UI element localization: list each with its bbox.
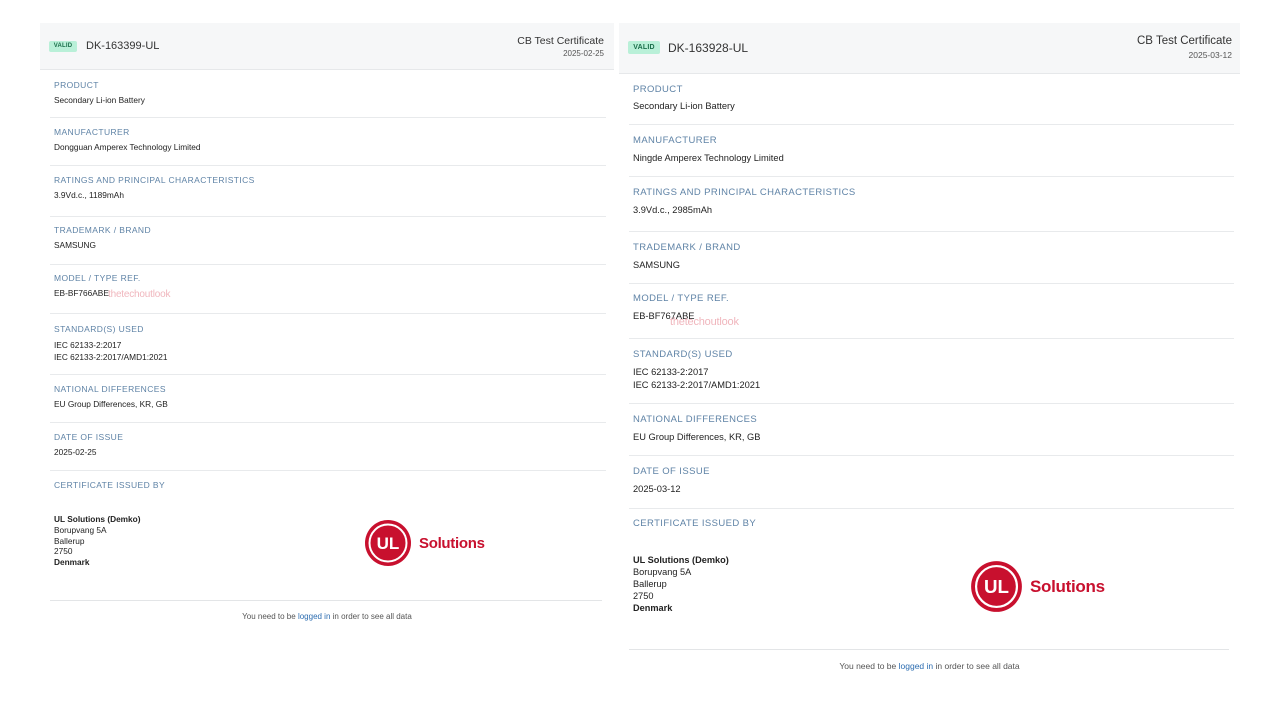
login-link[interactable]: logged in (899, 661, 934, 671)
ul-solutions-logo: UL Solutions (970, 560, 1105, 613)
issuer-street: Borupvang 5A (54, 524, 107, 535)
certificate-card-right: VALID DK-163928-UL CB Test Certificate 2… (619, 23, 1240, 683)
status-badge: VALID (628, 41, 660, 54)
field-label: DATE OF ISSUE (633, 466, 710, 477)
field-product: PRODUCT Secondary Li-ion Battery (629, 84, 1234, 125)
certificate-header-date: 2025-02-25 (563, 49, 604, 58)
ul-solutions-logo: UL Solutions (364, 519, 485, 567)
field-standards: STANDARD(S) USED IEC 62133-2:2017 IEC 62… (629, 349, 1234, 404)
certificate-type: CB Test Certificate (1136, 35, 1232, 47)
field-label: MODEL / TYPE REF. (633, 293, 730, 304)
login-link[interactable]: logged in (298, 612, 330, 621)
field-value: IEC 62133-2:2017/AMD1:2021 (54, 352, 168, 362)
certificate-id[interactable]: DK-163399-UL (86, 40, 159, 52)
field-label: TRADEMARK / BRAND (54, 225, 152, 235)
field-value: SAMSUNG (633, 260, 681, 270)
issuer-zip: 2750 (633, 590, 654, 601)
issuer-name: UL Solutions (Demko) (54, 514, 141, 524)
field-value: IEC 62133-2:2017 (54, 340, 122, 350)
field-manufacturer: MANUFACTURER Dongguan Amperex Technology… (50, 127, 606, 166)
field-manufacturer: MANUFACTURER Ningde Amperex Technology L… (629, 135, 1234, 177)
field-label: CERTIFICATE ISSUED BY (633, 518, 757, 529)
field-label: RATINGS AND PRINCIPAL CHARACTERISTICS (54, 175, 255, 185)
field-label: PRODUCT (54, 80, 99, 90)
field-value: 2025-03-12 (633, 484, 681, 494)
field-value: Secondary Li-ion Battery (633, 101, 735, 111)
field-label: NATIONAL DIFFERENCES (633, 414, 758, 425)
issuer-country: Denmark (54, 557, 90, 568)
field-label: NATIONAL DIFFERENCES (54, 384, 166, 394)
field-value: Dongguan Amperex Technology Limited (54, 142, 201, 152)
ul-mark-icon: UL (365, 520, 411, 566)
issuer-city: Ballerup (633, 578, 667, 589)
field-value: EB-BF766ABE (54, 288, 109, 298)
issuer-name: UL Solutions (Demko) (633, 555, 729, 565)
watermark-logo: thetechoutlook (670, 316, 739, 328)
field-label: STANDARD(S) USED (54, 324, 144, 334)
watermark-logo: thetechoutlook (108, 289, 171, 300)
ul-logo-text: Solutions (419, 534, 485, 552)
login-notice: You need to be logged in in order to see… (839, 661, 1020, 671)
certificate-type: CB Test Certificate (517, 35, 604, 47)
certificate-card-left: VALID DK-163399-UL CB Test Certificate 2… (40, 23, 614, 633)
certificate-header: VALID DK-163399-UL CB Test Certificate 2… (40, 23, 614, 70)
field-value: IEC 62133-2:2017 (633, 367, 709, 377)
field-label: RATINGS AND PRINCIPAL CHARACTERISTICS (633, 187, 856, 198)
certificate-header: VALID DK-163928-UL CB Test Certificate 2… (619, 23, 1240, 74)
svg-text:UL: UL (377, 534, 400, 553)
field-value: 2025-02-25 (54, 447, 97, 457)
field-label: MODEL / TYPE REF. (54, 273, 141, 283)
field-product: PRODUCT Secondary Li-ion Battery (50, 80, 606, 118)
footer-divider (50, 600, 602, 601)
field-ratings: RATINGS AND PRINCIPAL CHARACTERISTICS 3.… (50, 175, 606, 217)
footer-divider (629, 649, 1229, 650)
field-label: CERTIFICATE ISSUED BY (54, 480, 166, 490)
issuer-city: Ballerup (54, 535, 85, 546)
field-value: Secondary Li-ion Battery (54, 95, 145, 105)
issuer-country: Denmark (633, 602, 673, 613)
field-national-differences: NATIONAL DIFFERENCES EU Group Difference… (50, 384, 606, 423)
field-issued-by: CERTIFICATE ISSUED BY (629, 518, 1234, 538)
field-label: MANUFACTURER (54, 127, 130, 137)
field-value: Ningde Amperex Technology Limited (633, 153, 784, 163)
field-value: EU Group Differences, KR, GB (633, 432, 761, 442)
field-value: SAMSUNG (54, 240, 96, 250)
field-label: PRODUCT (633, 84, 683, 95)
field-trademark: TRADEMARK / BRAND SAMSUNG (50, 225, 606, 265)
ul-mark-icon: UL (971, 561, 1022, 612)
svg-text:UL: UL (984, 576, 1009, 597)
field-ratings: RATINGS AND PRINCIPAL CHARACTERISTICS 3.… (629, 187, 1234, 232)
field-value: 3.9Vd.c., 1189mAh (54, 190, 124, 200)
field-label: TRADEMARK / BRAND (633, 242, 741, 253)
field-value: IEC 62133-2:2017/AMD1:2021 (633, 380, 761, 390)
field-trademark: TRADEMARK / BRAND SAMSUNG (629, 242, 1234, 284)
field-value: EU Group Differences, KR, GB (54, 399, 168, 409)
field-model: MODEL / TYPE REF. EB-BF766ABE thetechout… (50, 273, 606, 314)
issuer-zip: 2750 (54, 546, 73, 557)
field-national-differences: NATIONAL DIFFERENCES EU Group Difference… (629, 414, 1234, 456)
field-date-of-issue: DATE OF ISSUE 2025-03-12 (629, 466, 1234, 509)
field-label: MANUFACTURER (633, 135, 717, 146)
field-issued-by: CERTIFICATE ISSUED BY (50, 480, 606, 500)
certificate-id[interactable]: DK-163928-UL (668, 41, 748, 55)
issuer-address: UL Solutions (Demko) Borupvang 5A Baller… (54, 514, 141, 568)
field-date-of-issue: DATE OF ISSUE 2025-02-25 (50, 432, 606, 471)
login-notice: You need to be logged in in order to see… (242, 612, 412, 621)
field-standards: STANDARD(S) USED IEC 62133-2:2017 IEC 62… (50, 324, 606, 375)
field-label: STANDARD(S) USED (633, 349, 733, 360)
ul-logo-text: Solutions (1030, 576, 1105, 596)
certificate-header-date: 2025-03-12 (1188, 50, 1232, 60)
issuer-street: Borupvang 5A (633, 566, 692, 577)
issuer-address: UL Solutions (Demko) Borupvang 5A Baller… (633, 555, 729, 615)
field-value: 3.9Vd.c., 2985mAh (633, 205, 713, 215)
status-badge: VALID (49, 41, 77, 52)
field-label: DATE OF ISSUE (54, 432, 124, 442)
field-model: MODEL / TYPE REF. EB-BF767ABE thetechout… (629, 293, 1234, 339)
